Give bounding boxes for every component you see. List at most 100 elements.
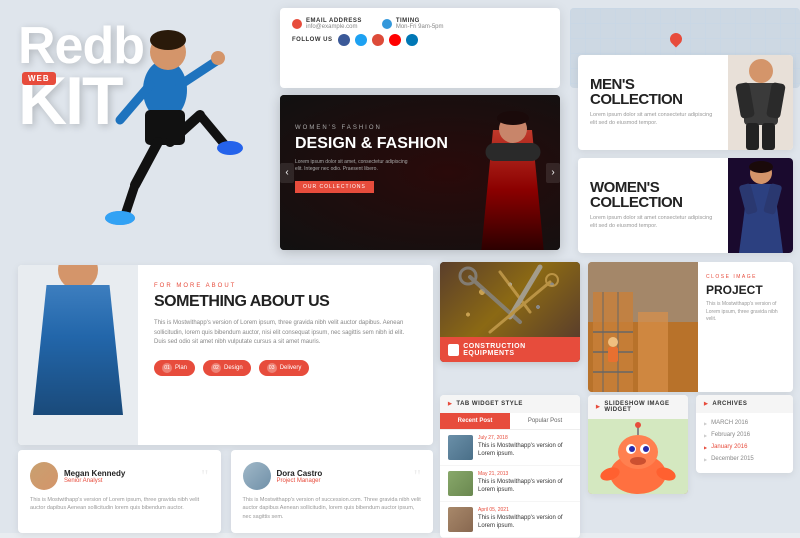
post-date-3: April 05, 2021 (478, 507, 572, 513)
mens-collection: MEN'S COLLECTION Lorem ipsum dolor sit a… (578, 55, 793, 150)
model-collar (485, 143, 540, 161)
design-label: Design (224, 365, 243, 371)
tab-popular[interactable]: Popular Post (510, 413, 580, 429)
team-header-2: Dora Castro Project Manager " (243, 462, 422, 490)
archive-item-3[interactable]: January 2016 (696, 441, 793, 453)
feature-plan: 01 Plan (154, 360, 195, 376)
post-info-3: April 05, 2021 This is Mostwithapp's ver… (478, 507, 572, 531)
team-role-2: Project Manager (277, 478, 323, 484)
feature-delivery: 03 Delivery (259, 360, 310, 376)
team-info-1: Megan Kennedy Senior Analyst (64, 469, 125, 484)
fashion-main-title: DESIGN & FASHION (295, 135, 448, 153)
building-svg (588, 262, 698, 392)
features-row: 01 Plan 02 Design 03 Delivery (154, 360, 417, 376)
team-name-2: Dora Castro (277, 469, 323, 478)
post-info-1: July 27, 2018 This is Mostwithapp's vers… (478, 435, 572, 459)
delivery-label: Delivery (280, 365, 302, 371)
collections-button[interactable]: OUR COLLECTIONS (295, 181, 374, 193)
social-gp[interactable] (372, 34, 384, 46)
model-hair (497, 111, 529, 125)
construction-label: CONSTRUCTION EQUIPMENTS (463, 343, 572, 357)
womens-collection: WOMEN'S COLLECTION Lorem ipsum dolor sit… (578, 158, 793, 253)
web-badge: WEB (22, 72, 56, 85)
toy-svg (588, 419, 688, 494)
contact-card: EMAIL ADDRESS info@example.com TIMING Mo… (280, 8, 560, 88)
tab-widget-header: TAB WIDGET STYLE (440, 395, 580, 413)
worker-body (33, 285, 123, 415)
post-title-2: This is Mostwithapp's version of Lorem i… (478, 479, 572, 495)
feature-design: 02 Design (203, 360, 251, 376)
delivery-number: 03 (267, 363, 277, 373)
timing-item: TIMING Mon-Fri 9am-5pm (382, 18, 444, 30)
social-fb[interactable] (338, 34, 350, 46)
timing-value: Mon-Fri 9am-5pm (396, 24, 444, 30)
slideshow-image (588, 419, 688, 494)
follow-label: FOLLOW US (292, 37, 333, 43)
social-yt[interactable] (389, 34, 401, 46)
slideshow-widget: SLIDESHOW IMAGE WIDGET (588, 395, 688, 494)
slider-prev[interactable]: ‹ (280, 163, 294, 183)
about-eyebrow: FOR MORE ABOUT (154, 283, 417, 289)
tab-post-1: July 27, 2018 This is Mostwithapp's vers… (440, 430, 580, 466)
fashion-background: WOMEN'S FASHION DESIGN & FASHION Lorem i… (280, 95, 560, 250)
post-thumb-2 (448, 471, 473, 496)
mens-description: Lorem ipsum dolor sit amet consectetur a… (590, 112, 716, 127)
project-image (588, 262, 698, 392)
avatar-1 (30, 462, 58, 490)
team-role-1: Senior Analyst (64, 478, 125, 484)
womens-image (728, 158, 793, 253)
mens-model-svg (728, 55, 793, 150)
womens-description: Lorem ipsum dolor sit amet consectetur a… (590, 215, 716, 230)
about-section: FOR MORE ABOUT SOMETHING ABOUT US This i… (18, 265, 433, 445)
mens-text: MEN'S COLLECTION Lorem ipsum dolor sit a… (578, 55, 728, 150)
project-eyebrow: CLOSE IMAGE (706, 274, 785, 280)
post-date-1: July 27, 2018 (478, 435, 572, 441)
tab-post-2: May 21, 2013 This is Mostwithapp's versi… (440, 466, 580, 502)
about-title: SOMETHING ABOUT US (154, 293, 417, 311)
post-title-1: This is Mostwithapp's version of Lorem i… (478, 443, 572, 459)
model-body (480, 115, 545, 250)
social-tw[interactable] (355, 34, 367, 46)
avatar-bg-1 (30, 462, 58, 490)
tools-background (440, 262, 580, 337)
team-section: Megan Kennedy Senior Analyst " This is M… (18, 450, 433, 533)
team-card-2: Dora Castro Project Manager " This is Mo… (231, 450, 434, 533)
design-number: 02 (211, 363, 221, 373)
worker-fist (129, 290, 138, 304)
about-worker-image (18, 265, 138, 445)
archives-header: ARCHIVES (696, 395, 793, 413)
archive-item-1[interactable]: MARCH 2016 (696, 417, 793, 429)
avatar-bg-2 (243, 462, 271, 490)
fashion-description: Lorem ipsum dolor sit amet, consectetur … (295, 159, 415, 173)
archive-item-2[interactable]: February 2016 (696, 429, 793, 441)
team-info-2: Dora Castro Project Manager (277, 469, 323, 484)
about-content: FOR MORE ABOUT SOMETHING ABOUT US This i… (138, 265, 433, 445)
about-description: This is Mostwithapp's version of Lorem i… (154, 319, 417, 348)
mens-title: MEN'S COLLECTION (590, 77, 716, 107)
tab-widget: TAB WIDGET STYLE Recent Post Popular Pos… (440, 395, 580, 538)
womens-text: WOMEN'S COLLECTION Lorem ipsum dolor sit… (578, 158, 728, 253)
womens-title: WOMEN'S COLLECTION (590, 180, 716, 210)
timing-icon (382, 19, 392, 29)
contact-row: EMAIL ADDRESS info@example.com TIMING Mo… (292, 18, 548, 30)
quote-icon-2: " (414, 466, 421, 487)
project-card: CLOSE IMAGE PROJECT This is Mostwithapp'… (588, 262, 793, 392)
team-card-1: Megan Kennedy Senior Analyst " This is M… (18, 450, 221, 533)
plan-number: 01 (162, 363, 172, 373)
womens-model-svg (728, 158, 793, 253)
runner-figure (70, 0, 255, 225)
worker-figure (33, 285, 123, 445)
fashion-text: WOMEN'S FASHION DESIGN & FASHION Lorem i… (295, 125, 448, 193)
tab-recent[interactable]: Recent Post (440, 413, 510, 429)
slider-next[interactable]: › (546, 163, 560, 183)
social-li[interactable] (406, 34, 418, 46)
email-value: info@example.com (306, 24, 362, 30)
archive-item-4[interactable]: December 2015 (696, 453, 793, 465)
post-thumb-1 (448, 435, 473, 460)
post-thumb-3 (448, 507, 473, 532)
social-row: FOLLOW US (292, 34, 548, 46)
archives-widget: ARCHIVES MARCH 2016 February 2016 Januar… (696, 395, 793, 473)
construction-icon (448, 344, 459, 356)
email-item: EMAIL ADDRESS info@example.com (292, 18, 362, 30)
fashion-subtitle: WOMEN'S FASHION (295, 125, 448, 131)
